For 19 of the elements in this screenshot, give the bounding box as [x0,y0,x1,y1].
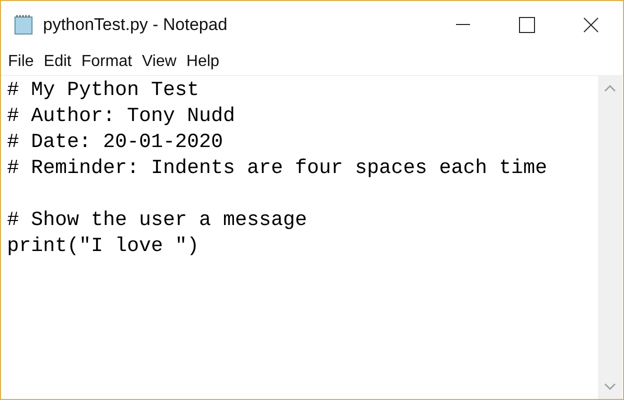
code-line: # Author: Tony Nudd [7,105,236,128]
code-line: # Show the user a message [7,209,308,232]
code-line: # Reminder: Indents are four spaces each time [7,157,548,180]
menu-item[interactable]: Edit [38,50,76,74]
menu-item[interactable]: Format [76,50,138,74]
close-icon [583,16,599,32]
notepad-icon [13,14,35,36]
menu-item[interactable]: File [3,50,39,74]
minimize-icon [456,24,470,25]
scrollbar[interactable] [598,76,622,399]
scroll-down-icon[interactable] [604,383,616,391]
maximize-icon [519,16,535,32]
code-line: print("I love ") [7,235,200,258]
scroll-up-icon[interactable] [604,84,616,92]
menu-item[interactable]: Help [181,50,224,74]
menu-item[interactable]: View [137,50,182,74]
code-line: # Date: 20-01-2020 [7,131,224,154]
code-line: # My Python Test [7,79,200,102]
window-title: pythonTest.py - Notepad [43,14,228,36]
